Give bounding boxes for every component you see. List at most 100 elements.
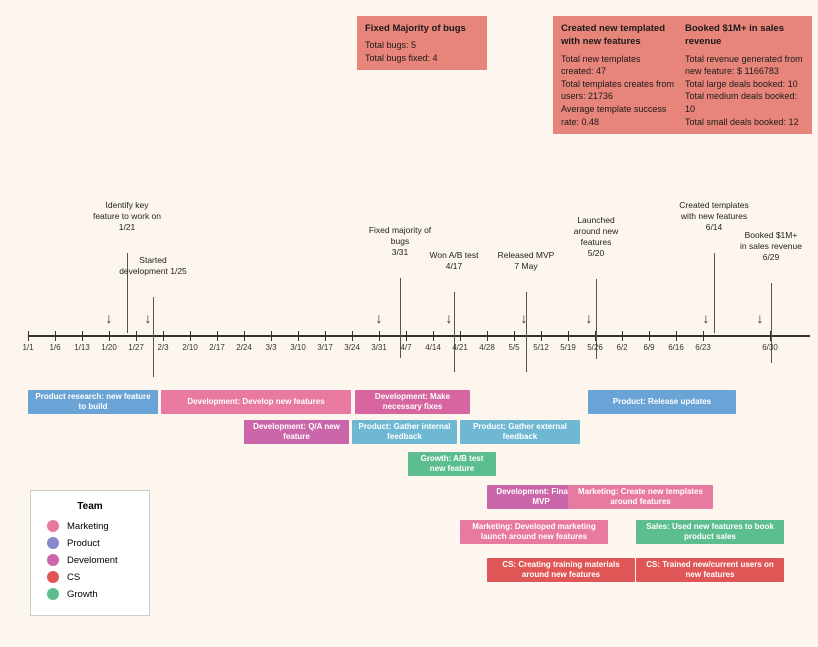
annotation-a4: Won A/B test 4/17 xyxy=(419,250,489,272)
tick-label-5/26: 5/26 xyxy=(587,343,603,352)
tick-label-5/19: 5/19 xyxy=(560,343,576,352)
tick-1/6 xyxy=(55,331,56,341)
tick-5/12 xyxy=(541,331,542,341)
tick-1/27 xyxy=(136,331,137,341)
tick-label-6/2: 6/2 xyxy=(616,343,627,352)
card-title: Created new templated with new features xyxy=(561,22,675,49)
lane-bar-b8: Growth: A/B test new feature xyxy=(408,452,496,476)
annotation-a1: Identify key feature to work on 1/21 xyxy=(92,200,162,233)
lane-bar-b12: Sales: Used new features to book product… xyxy=(636,520,784,544)
lane-bar-b6: Product: Gather internal feedback xyxy=(352,420,457,444)
arrow-marker-2: ↓ xyxy=(376,310,383,326)
legend-item-cs: CS xyxy=(47,571,133,583)
tick-label-2/24: 2/24 xyxy=(236,343,252,352)
annotation-a2: Started development 1/25 xyxy=(118,255,188,277)
tick-3/17 xyxy=(325,331,326,341)
tick-label-2/3: 2/3 xyxy=(157,343,168,352)
annotation-a5: Released MVP 7 May xyxy=(491,250,561,272)
arrow-marker-6: ↓ xyxy=(703,310,710,326)
legend-label-marketing: Marketing xyxy=(67,521,109,532)
arrow-marker-1: ↓ xyxy=(145,310,152,326)
lane-bar-b4: Product: Release updates xyxy=(588,390,736,414)
tick-label-4/14: 4/14 xyxy=(425,343,441,352)
tick-5/26 xyxy=(595,331,596,341)
legend-item-develoment: Develoment xyxy=(47,554,133,566)
tick-label-3/17: 3/17 xyxy=(317,343,333,352)
tick-3/10 xyxy=(298,331,299,341)
tick-2/3 xyxy=(163,331,164,341)
tick-label-6/23: 6/23 xyxy=(695,343,711,352)
tick-4/14 xyxy=(433,331,434,341)
legend-item-product: Product xyxy=(47,537,133,549)
legend-label-develoment: Develoment xyxy=(67,555,118,566)
tick-3/3 xyxy=(271,331,272,341)
lane-bar-b11: Marketing: Developed marketing launch ar… xyxy=(460,520,608,544)
annotation-a6: Launched around new features 5/20 xyxy=(561,215,631,259)
legend-dot-develoment xyxy=(47,554,59,566)
tick-1/1 xyxy=(28,331,29,341)
tick-6/16 xyxy=(676,331,677,341)
tick-1/20 xyxy=(109,331,110,341)
tick-2/10 xyxy=(190,331,191,341)
legend-title: Team xyxy=(47,501,133,512)
milestone-card-revenue: Booked $1M+ in sales revenueTotal revenu… xyxy=(677,16,812,134)
milestone-card-bugs: Fixed Majority of bugsTotal bugs: 5Total… xyxy=(357,16,487,70)
tick-label-5/12: 5/12 xyxy=(533,343,549,352)
annotation-a8: Booked $1M+ in sales revenue 6/29 xyxy=(736,230,806,263)
lane-bar-b3: Development: Make necessary fixes xyxy=(355,390,470,414)
lane-bar-b5: Development: Q/A new feature xyxy=(244,420,349,444)
arrow-marker-5: ↓ xyxy=(586,310,593,326)
arrow-marker-0: ↓ xyxy=(106,310,113,326)
tick-label-6/9: 6/9 xyxy=(643,343,654,352)
tick-label-1/13: 1/13 xyxy=(74,343,90,352)
lane-bar-b1: Product research: new feature to build xyxy=(28,390,158,414)
tick-label-3/24: 3/24 xyxy=(344,343,360,352)
legend-item-growth: Growth xyxy=(47,588,133,600)
tick-label-4/28: 4/28 xyxy=(479,343,495,352)
tick-label-2/10: 2/10 xyxy=(182,343,198,352)
legend-items: Marketing Product Develoment CS Growth xyxy=(47,520,133,600)
legend-dot-growth xyxy=(47,588,59,600)
tick-label-1/1: 1/1 xyxy=(22,343,33,352)
tick-label-6/16: 6/16 xyxy=(668,343,684,352)
tick-3/31 xyxy=(379,331,380,341)
tick-6/23 xyxy=(703,331,704,341)
legend-item-marketing: Marketing xyxy=(47,520,133,532)
tick-4/28 xyxy=(487,331,488,341)
arrow-marker-7: ↓ xyxy=(757,310,764,326)
tick-6/2 xyxy=(622,331,623,341)
tick-label-4/21: 4/21 xyxy=(452,343,468,352)
tick-2/17 xyxy=(217,331,218,341)
tick-label-1/20: 1/20 xyxy=(101,343,117,352)
lane-bar-b10: Marketing: Create new templates around f… xyxy=(568,485,713,509)
tick-5/19 xyxy=(568,331,569,341)
arrow-marker-4: ↓ xyxy=(521,310,528,326)
tick-label-3/31: 3/31 xyxy=(371,343,387,352)
arrow-marker-3: ↓ xyxy=(446,310,453,326)
card-title: Fixed Majority of bugs xyxy=(365,22,479,35)
tick-label-5/5: 5/5 xyxy=(508,343,519,352)
tick-5/5 xyxy=(514,331,515,341)
tick-2/24 xyxy=(244,331,245,341)
timeline-line xyxy=(28,335,810,337)
annotation-a7: Created templates with new features 6/14 xyxy=(679,200,749,233)
tick-4/21 xyxy=(460,331,461,341)
card-title: Booked $1M+ in sales revenue xyxy=(685,22,804,49)
tick-label-3/3: 3/3 xyxy=(265,343,276,352)
tick-1/13 xyxy=(82,331,83,341)
legend-label-cs: CS xyxy=(67,572,80,583)
legend-dot-marketing xyxy=(47,520,59,532)
tick-label-4/7: 4/7 xyxy=(400,343,411,352)
tick-label-1/27: 1/27 xyxy=(128,343,144,352)
tick-label-3/10: 3/10 xyxy=(290,343,306,352)
lane-bar-b13: CS: Creating training materials around n… xyxy=(487,558,635,582)
tick-label-6/30: 6/30 xyxy=(762,343,778,352)
tick-3/24 xyxy=(352,331,353,341)
tick-label-1/6: 1/6 xyxy=(49,343,60,352)
legend-dot-cs xyxy=(47,571,59,583)
legend-dot-product xyxy=(47,537,59,549)
legend: Team Marketing Product Develoment CS Growth xyxy=(30,490,150,616)
tick-6/30 xyxy=(770,331,771,341)
lane-bar-b2: Development: Develop new features xyxy=(161,390,351,414)
legend-label-growth: Growth xyxy=(67,589,98,600)
